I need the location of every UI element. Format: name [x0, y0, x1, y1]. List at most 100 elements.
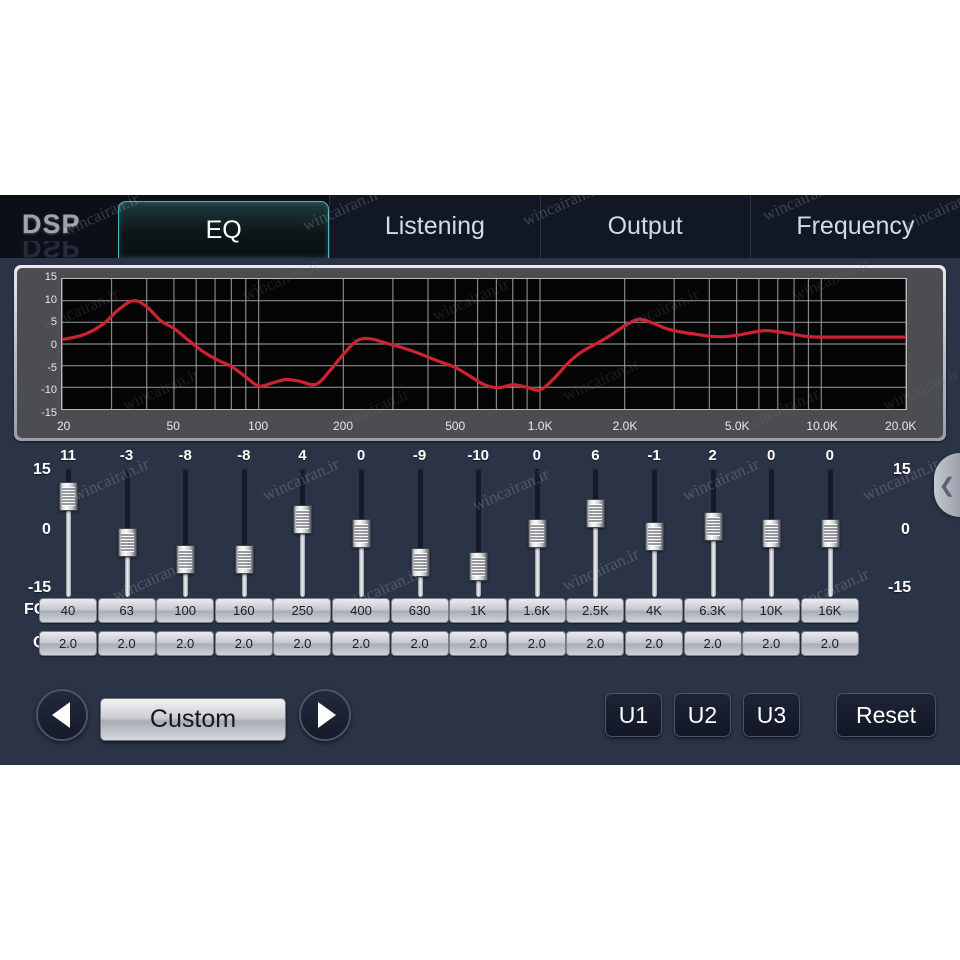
fc-cell-band-8[interactable]: 1K — [449, 598, 508, 623]
q-cell-band-9[interactable]: 2.0 — [507, 631, 566, 656]
x-tick-label: 50 — [166, 419, 180, 433]
reset-button[interactable]: Reset — [836, 693, 936, 737]
q-cell-band-7[interactable]: 2.0 — [390, 631, 449, 656]
user-preset-u1-button[interactable]: U1 — [605, 693, 662, 737]
fc-cell-band-6[interactable]: 400 — [332, 598, 390, 623]
preset-next-button[interactable] — [299, 689, 351, 741]
band-slider-handle[interactable] — [234, 544, 254, 574]
handle-grip-lines — [413, 553, 427, 573]
band-slider-handle[interactable] — [176, 544, 196, 574]
x-tick-label: 2.0K — [612, 419, 638, 433]
x-tick-label: 10.0K — [806, 419, 838, 433]
q-cell-band-2[interactable]: 2.0 — [97, 631, 156, 656]
eq-curve-svg — [62, 279, 906, 409]
y-tick-label: -10 — [41, 384, 57, 397]
band-slider-handle[interactable] — [820, 518, 840, 548]
fc-cell-band-10[interactable]: 2.5K — [566, 598, 625, 623]
q-cell-band-3[interactable]: 2.0 — [156, 631, 215, 656]
band-gain-value: 0 — [356, 447, 366, 464]
fc-cell-band-9[interactable]: 1.6K — [507, 598, 566, 623]
band-slider-track[interactable] — [241, 469, 247, 597]
eq-band-9: 0 — [509, 447, 565, 599]
chevron-left-icon: ❮ — [938, 474, 956, 497]
eq-band-4: -8 — [216, 447, 272, 599]
band-slider-handle[interactable] — [703, 511, 723, 541]
y-tick-label: -5 — [47, 361, 57, 374]
fc-cell-band-13[interactable]: 10K — [742, 598, 801, 623]
eq-band-10: 6 — [567, 447, 623, 599]
y-tick-label: 0 — [50, 339, 57, 351]
tab-label: Output — [607, 212, 683, 240]
eq-response-graph-panel: 15 10 5 0 -5 -10 -15 20 50 100 200 500 1.0K 2.0K 5.0K… — [14, 265, 946, 441]
band-slider-track[interactable] — [593, 469, 599, 597]
slider-track-lower — [66, 496, 71, 597]
user-preset-u3-button[interactable]: U3 — [743, 693, 800, 737]
fc-cell-band-2[interactable]: 63 — [97, 598, 156, 623]
tab-output[interactable]: Output — [539, 195, 750, 258]
fc-cell-band-5[interactable]: 250 — [273, 598, 332, 623]
eq-band-7: -9 — [392, 447, 448, 599]
band-slider-handle[interactable] — [527, 518, 547, 548]
fc-cell-band-14[interactable]: 16K — [800, 598, 859, 623]
band-gain-value: -9 — [412, 447, 427, 464]
preset-prev-button[interactable] — [36, 689, 88, 741]
fc-cell-band-1[interactable]: 40 — [39, 598, 97, 623]
band-slider-handle[interactable] — [293, 505, 313, 535]
handle-grip-lines — [530, 523, 544, 543]
handle-grip-lines — [237, 549, 251, 569]
preset-name-button[interactable]: Custom — [100, 698, 286, 741]
handle-grip-lines — [355, 523, 368, 543]
band-slider-handle[interactable] — [762, 518, 782, 548]
eq-band-6: 0 — [333, 447, 389, 599]
q-cell-band-1[interactable]: 2.0 — [39, 631, 97, 656]
tab-label: Frequency — [796, 212, 915, 240]
y-tick-label: 10 — [44, 293, 57, 306]
q-cell-band-12[interactable]: 2.0 — [683, 631, 742, 656]
tab-bar: DSP DSP EQ Listening Output Frequency — [0, 195, 960, 263]
band-slider-handle[interactable] — [352, 518, 371, 548]
band-gain-value: 11 — [60, 447, 76, 464]
handle-grip-lines — [589, 503, 603, 523]
band-slider-handle[interactable] — [59, 482, 78, 512]
x-tick-label: 100 — [248, 419, 269, 433]
handle-grip-lines — [120, 533, 134, 553]
q-cell-band-5[interactable]: 2.0 — [273, 631, 332, 656]
q-cell-band-14[interactable]: 2.0 — [800, 631, 859, 656]
dsp-app-window: DSP DSP EQ Listening Output Frequency 15 10 5… — [0, 195, 960, 765]
band-gain-value: -10 — [467, 447, 490, 464]
user-preset-u2-button[interactable]: U2 — [674, 693, 731, 737]
handle-grip-lines — [648, 526, 661, 546]
eq-band-13: 0 — [743, 447, 799, 599]
fc-cell-band-11[interactable]: 4K — [625, 598, 683, 623]
tab-listening[interactable]: Listening — [329, 195, 540, 258]
band-slider-track[interactable] — [183, 469, 189, 597]
band-slider-handle[interactable] — [117, 528, 137, 558]
tab-frequency[interactable]: Frequency — [749, 195, 960, 258]
band-slider-track[interactable] — [417, 469, 423, 597]
fc-cell-band-7[interactable]: 630 — [390, 598, 449, 623]
fc-cell-band-12[interactable]: 6.3K — [683, 598, 742, 623]
q-cell-band-11[interactable]: 2.0 — [625, 631, 683, 656]
scale-label-right-min: -15 — [888, 579, 912, 596]
band-gain-value: -8 — [237, 447, 251, 464]
eq-band-14: 0 — [802, 447, 858, 599]
band-slider-handle[interactable] — [586, 498, 606, 528]
fc-cell-band-4[interactable]: 160 — [214, 598, 273, 623]
band-slider-handle[interactable] — [469, 551, 489, 581]
eq-band-5: 4 — [274, 447, 330, 599]
q-cell-band-10[interactable]: 2.0 — [566, 631, 625, 656]
q-cell-band-6[interactable]: 2.0 — [332, 631, 390, 656]
q-cell-band-4[interactable]: 2.0 — [214, 631, 273, 656]
q-cell-band-8[interactable]: 2.0 — [449, 631, 508, 656]
tab-eq[interactable]: EQ — [118, 201, 330, 258]
x-tick-label: 200 — [332, 419, 354, 433]
eq-curve-plot — [61, 278, 907, 410]
eq-band-11: -1 — [626, 447, 682, 599]
band-slider-handle[interactable] — [645, 521, 664, 551]
eq-band-3: -8 — [157, 447, 213, 599]
fc-cell-band-3[interactable]: 100 — [156, 598, 215, 623]
handle-grip-lines — [706, 516, 720, 536]
band-slider-handle[interactable] — [410, 548, 430, 578]
q-cell-band-13[interactable]: 2.0 — [742, 631, 801, 656]
handle-grip-lines — [765, 523, 779, 543]
